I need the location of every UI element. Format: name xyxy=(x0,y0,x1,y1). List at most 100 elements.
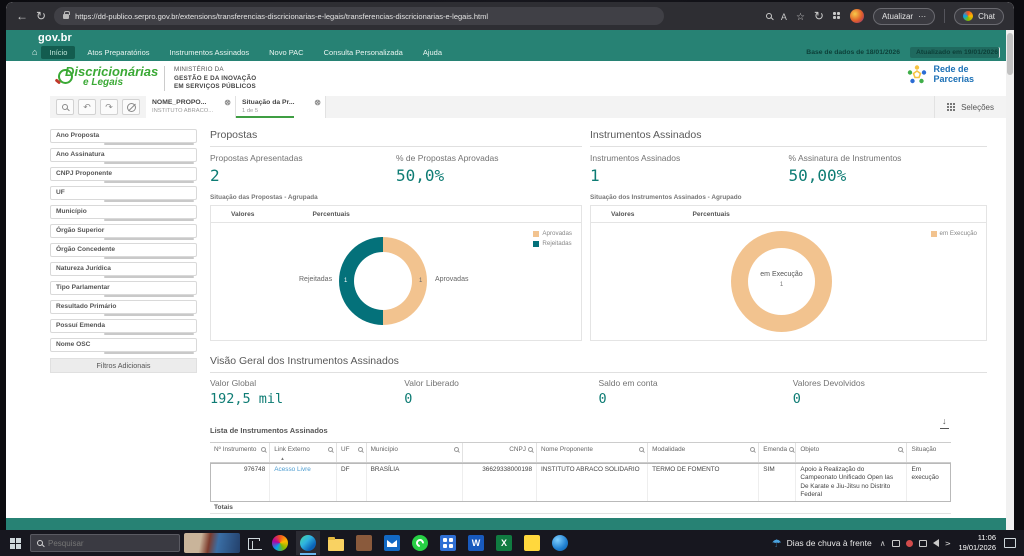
atualizar-button[interactable]: Atualizar xyxy=(873,8,935,25)
taskbar-word[interactable]: W xyxy=(464,531,488,555)
cell-municipio[interactable]: BRASÍLIA xyxy=(366,463,462,502)
selecoes-button[interactable]: Seleções xyxy=(934,96,1006,118)
cell-emenda[interactable]: SIM xyxy=(758,463,795,502)
filtros-adicionais-button[interactable]: Filtros Adicionais xyxy=(50,358,197,373)
col-header-nome-proponente[interactable]: Nome Proponente xyxy=(536,443,647,462)
chip-close-icon[interactable] xyxy=(314,98,321,107)
cell-nome-proponente[interactable]: INSTITUTO ABRACO SOLIDARIO xyxy=(536,463,647,502)
sync-icon[interactable] xyxy=(814,10,824,22)
column-search-icon[interactable] xyxy=(261,447,266,452)
column-search-icon[interactable] xyxy=(750,447,755,452)
favorites-icon[interactable] xyxy=(796,7,805,25)
propostas-donut-chart[interactable] xyxy=(339,237,427,325)
filter-municipio[interactable]: Município xyxy=(50,205,197,219)
home-icon[interactable] xyxy=(32,47,37,57)
step-back-button[interactable] xyxy=(78,99,96,115)
nav-ajuda[interactable]: Ajuda xyxy=(415,46,450,59)
nav-novo-pac[interactable]: Novo PAC xyxy=(261,46,311,59)
address-bar[interactable]: https://dd-publico.serpro.gov.br/extensi… xyxy=(54,7,664,25)
nav-atos-preparatorios[interactable]: Atos Preparatórios xyxy=(79,46,157,59)
taskbar-whatsapp[interactable] xyxy=(408,531,432,555)
filter-orgao-superior[interactable]: Órgão Superior xyxy=(50,224,197,238)
taskbar-browser-ball[interactable] xyxy=(548,531,572,555)
column-search-icon[interactable] xyxy=(789,447,794,452)
filter-ano-assinatura[interactable]: Ano Assinatura xyxy=(50,148,197,162)
col-header-objeto[interactable]: Objeto xyxy=(795,443,906,462)
taskbar-search[interactable] xyxy=(30,534,180,552)
notification-center-icon[interactable] xyxy=(1004,538,1016,548)
volume-icon[interactable] xyxy=(933,539,939,547)
back-icon[interactable] xyxy=(16,10,28,22)
tray-security-icon[interactable] xyxy=(906,540,913,547)
step-forward-button[interactable] xyxy=(100,99,118,115)
page-scrollbar[interactable] xyxy=(1006,30,1014,530)
tray-chevron-icon[interactable] xyxy=(880,539,886,548)
taskbar-copilot[interactable] xyxy=(268,531,292,555)
taskbar-mail[interactable] xyxy=(380,531,404,555)
cell-modalidade[interactable]: TERMO DE FOMENTO xyxy=(647,463,758,502)
zoom-icon[interactable] xyxy=(766,13,772,19)
filter-nome-osc[interactable]: Nome OSC xyxy=(50,338,197,352)
refresh-icon[interactable] xyxy=(36,10,46,22)
legend-aprovadas[interactable]: Aprovadas xyxy=(533,230,572,237)
column-search-icon[interactable] xyxy=(639,447,644,452)
filter-chip-nome-proponente[interactable]: NOME_PROPO... INSTITUTO ABRACO... xyxy=(146,96,236,118)
start-button[interactable] xyxy=(4,532,26,554)
filter-uf[interactable]: UF xyxy=(50,186,197,200)
more-options-icon[interactable] xyxy=(918,12,926,21)
filter-cnpj-proponente[interactable]: CNPJ Proponente xyxy=(50,167,197,181)
toggle-valores[interactable]: Valores xyxy=(611,211,634,218)
taskbar-sticky-notes[interactable] xyxy=(520,531,544,555)
filter-ano-proposta[interactable]: Ano Proposta xyxy=(50,129,197,143)
col-header-uf[interactable]: UF xyxy=(336,443,366,462)
profile-avatar[interactable] xyxy=(850,9,864,23)
url-text[interactable]: https://dd-publico.serpro.gov.br/extensi… xyxy=(75,12,488,21)
nav-consulta-personalizada[interactable]: Consulta Personalizada xyxy=(316,46,411,59)
chip-close-icon[interactable] xyxy=(224,98,231,107)
filter-resultado-primario[interactable]: Resultado Primário xyxy=(50,300,197,314)
scrollbar-thumb[interactable] xyxy=(1007,33,1013,75)
column-search-icon[interactable] xyxy=(898,447,903,452)
cell-uf[interactable]: DF xyxy=(336,463,366,502)
taskbar-file-explorer[interactable] xyxy=(324,531,348,555)
read-aloud-icon[interactable] xyxy=(781,7,787,25)
toggle-valores[interactable]: Valores xyxy=(231,211,254,218)
col-header-emenda[interactable]: Emenda xyxy=(758,443,795,462)
filter-tipo-parlamentar[interactable]: Tipo Parlamentar xyxy=(50,281,197,295)
col-header-cnpj[interactable]: CNPJ xyxy=(462,443,536,462)
col-header-n-instrumento[interactable]: Nº Instrumento xyxy=(210,443,269,462)
taskbar-store[interactable] xyxy=(352,531,376,555)
network-icon[interactable] xyxy=(943,540,952,546)
tray-app-icon[interactable] xyxy=(919,540,927,547)
column-search-icon[interactable] xyxy=(328,447,333,452)
filter-orgao-concedente[interactable]: Órgão Concedente xyxy=(50,243,197,257)
task-view-button[interactable] xyxy=(244,533,264,553)
search-input[interactable] xyxy=(48,539,173,548)
cell-objeto[interactable]: Apoio à Realização do Campeonato Unifica… xyxy=(795,463,906,502)
col-header-link-externo[interactable]: Link Externo xyxy=(269,443,336,462)
toggle-percentuais[interactable]: Percentuais xyxy=(692,211,729,218)
cell-link-externo[interactable]: Acesso Livre xyxy=(269,463,336,502)
taskbar-excel[interactable]: X xyxy=(492,531,516,555)
cell-n-instrumento[interactable]: 976748 xyxy=(210,463,269,502)
clear-selections-button[interactable] xyxy=(122,99,140,115)
column-search-icon[interactable] xyxy=(358,447,363,452)
filter-natureza-juridica[interactable]: Natureza Jurídica xyxy=(50,262,197,276)
cell-situacao[interactable]: Em execução xyxy=(906,463,950,502)
col-header-modalidade[interactable]: Modalidade xyxy=(647,443,758,462)
col-header-municipio[interactable]: Município xyxy=(366,443,462,462)
download-icon[interactable] xyxy=(940,418,951,429)
nav-inicio[interactable]: Início xyxy=(41,46,75,59)
toggle-percentuais[interactable]: Percentuais xyxy=(312,211,349,218)
nav-instrumentos-assinados[interactable]: Instrumentos Assinados xyxy=(162,46,258,59)
legend-rejeitadas[interactable]: Rejeitadas xyxy=(533,240,572,247)
tray-display-icon[interactable] xyxy=(892,540,900,547)
cell-cnpj[interactable]: 36629338000198 xyxy=(462,463,536,502)
filter-chip-situacao[interactable]: Situação da Pr... 1 de 5 xyxy=(236,96,326,118)
widgets-thumbnail[interactable] xyxy=(184,533,240,553)
col-header-situacao[interactable]: Situação xyxy=(906,443,950,462)
legend-em-execucao[interactable]: em Execução xyxy=(931,230,978,237)
selections-tool-button[interactable] xyxy=(56,99,74,115)
column-search-icon[interactable] xyxy=(528,447,533,452)
filter-possui-emenda[interactable]: Possuí Emenda xyxy=(50,319,197,333)
